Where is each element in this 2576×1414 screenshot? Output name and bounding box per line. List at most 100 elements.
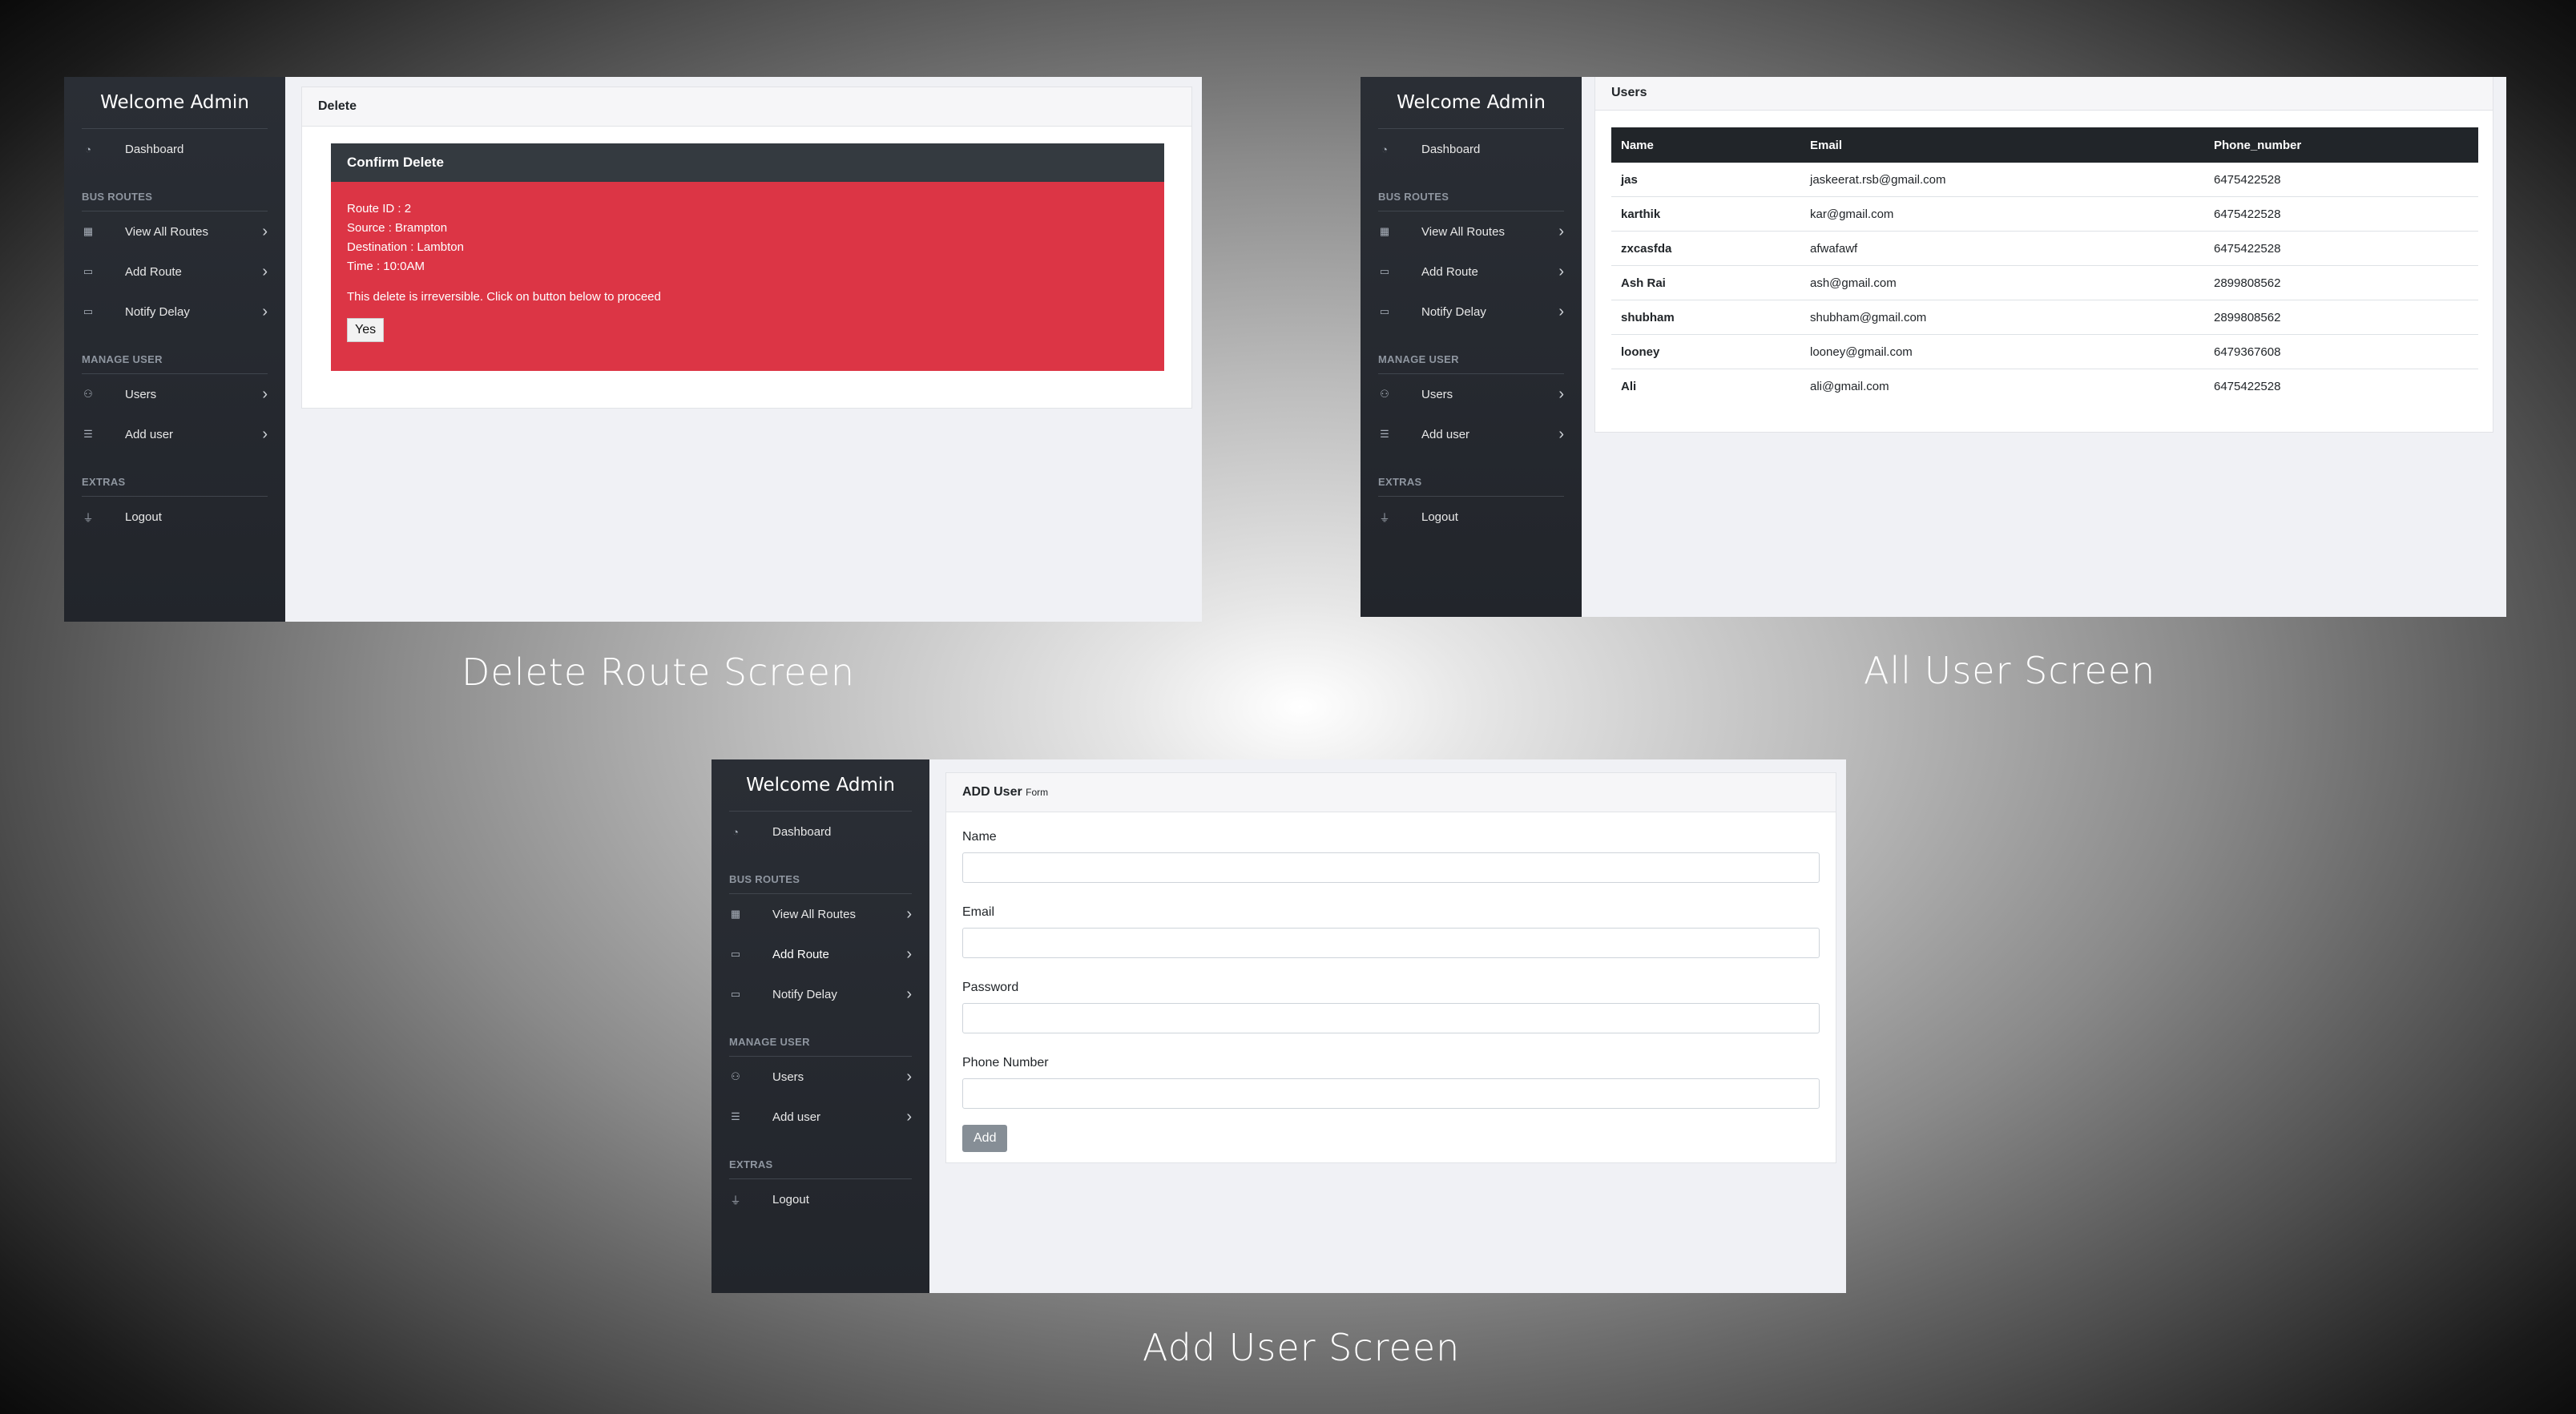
card-title: Delete [302, 87, 1191, 127]
email-input[interactable] [962, 928, 1820, 958]
caption-add-user: Add User Screen [1143, 1326, 1461, 1369]
sidebar-item-notify-delay[interactable]: ▭ Notify Delay › [64, 292, 285, 332]
list-icon: ☰ [1380, 428, 1389, 440]
card-title: ADD User Form [946, 773, 1836, 812]
laptop-icon: ▭ [1379, 305, 1390, 317]
sidebar-item-add-user[interactable]: ☰ Add user › [712, 1097, 929, 1137]
gauge-icon: ◔ [1381, 143, 1388, 155]
main-content: Delete Confirm Delete Route ID : 2 Sourc… [285, 77, 1202, 622]
column-header-name: Name [1611, 127, 1800, 163]
chevron-right-icon: › [262, 303, 268, 320]
column-header-email: Email [1800, 127, 2204, 163]
name-input[interactable] [962, 852, 1820, 883]
caption-delete-route: Delete Route Screen [462, 651, 856, 694]
column-header-phone: Phone_number [2204, 127, 2478, 163]
sidebar-item-add-route[interactable]: ▭ Add Route › [64, 252, 285, 292]
table-header-row: Name Email Phone_number [1611, 127, 2478, 163]
list-icon: ☰ [731, 1110, 740, 1122]
email-label: Email [962, 905, 995, 919]
users-table: Name Email Phone_number jas jaskeerat.rsb… [1611, 127, 2478, 403]
main-content: ADD User Form Name Email Password Phone … [929, 759, 1846, 1293]
table-row: shubham shubham@gmail.com 2899808562 [1611, 300, 2478, 335]
sidebar-item-logout[interactable]: ⏚ Logout [712, 1179, 929, 1219]
users-icon: ⚇ [83, 388, 93, 400]
sidebar-item-logout[interactable]: ⏚ Logout [64, 497, 285, 537]
card-title-text: ADD User [962, 785, 1022, 799]
add-user-card: ADD User Form Name Email Password Phone … [945, 772, 1836, 1163]
filter-icon: ⏚ [83, 511, 94, 524]
sidebar-item-dashboard[interactable]: ◔ Dashboard [1361, 129, 1582, 169]
caption-all-user: All User Screen [1864, 649, 2156, 692]
chevron-right-icon: › [1558, 303, 1564, 320]
phone-number-input[interactable] [962, 1078, 1820, 1109]
sidebar-item-users[interactable]: ⚇ Users › [712, 1057, 929, 1097]
sidebar-item-notify-delay[interactable]: ▭ Notify Delay › [712, 974, 929, 1014]
table-row: Ali ali@gmail.com 6475422528 [1621, 379, 2281, 393]
sidebar: Welcome Admin ◔ Dashboard BUS ROUTES ▦ Vie… [712, 759, 929, 1293]
sidebar-item-add-user[interactable]: ☰ Add user › [1361, 414, 1582, 454]
yes-button[interactable]: Yes [347, 318, 385, 342]
card-subtitle: Form [1026, 787, 1049, 798]
chevron-right-icon: › [906, 905, 912, 923]
card-title: Users [1595, 77, 2493, 111]
chevron-right-icon: › [1558, 263, 1564, 280]
sidebar-item-view-all-routes[interactable]: ▦ View All Routes › [1361, 211, 1582, 252]
password-input[interactable] [962, 1003, 1820, 1033]
chevron-right-icon: › [262, 223, 268, 240]
chevron-right-icon: › [1558, 223, 1564, 240]
sidebar-item-logout[interactable]: ⏚ Logout [1361, 497, 1582, 537]
table-row: karthik kar@gmail.com 6475422528 [1611, 196, 2478, 232]
sidebar-item-view-all-routes[interactable]: ▦ View All Routes › [712, 894, 929, 934]
table-row: looney looney@gmail.com 6479367608 [1611, 334, 2478, 369]
chevron-right-icon: › [906, 1108, 912, 1126]
chevron-right-icon: › [1558, 385, 1564, 403]
section-extras: EXTRAS [1378, 476, 1422, 488]
name-label: Name [962, 830, 997, 844]
table-icon: ▦ [1379, 225, 1390, 237]
laptop-icon: ▭ [730, 948, 741, 960]
chevron-right-icon: › [262, 263, 268, 280]
sidebar-item-view-all-routes[interactable]: ▦ View All Routes › [64, 211, 285, 252]
chevron-right-icon: › [262, 425, 268, 443]
route-source: Source : Brampton [347, 221, 448, 235]
route-id: Route ID : 2 [347, 202, 412, 216]
delete-warning: This delete is irreversible. Click on bu… [347, 290, 661, 304]
list-icon: ☰ [83, 428, 93, 440]
filter-icon: ⏚ [730, 1194, 741, 1207]
users-icon: ⚇ [731, 1070, 740, 1082]
confirm-delete-panel: Confirm Delete Route ID : 2 Source : Bra… [331, 143, 1164, 371]
sidebar: Welcome Admin ◔ Dashboard BUS ROUTES ▦ Vie… [1361, 77, 1582, 617]
main-content: Users Name Email Phone_number jas jaskeer… [1582, 77, 2506, 617]
sidebar-item-users[interactable]: ⚇ Users › [64, 374, 285, 414]
sidebar-item-dashboard[interactable]: ◔ Dashboard [712, 812, 929, 852]
section-manage-user: MANAGE USER [729, 1036, 810, 1048]
section-bus-routes: BUS ROUTES [82, 191, 153, 203]
password-label: Password [962, 981, 1019, 994]
table-icon: ▦ [83, 225, 94, 237]
delete-card: Delete Confirm Delete Route ID : 2 Sourc… [301, 87, 1192, 409]
sidebar-item-add-user[interactable]: ☰ Add user › [64, 414, 285, 454]
gauge-icon: ◔ [732, 825, 739, 838]
table-icon: ▦ [730, 908, 741, 920]
sidebar-item-dashboard[interactable]: ◔ Dashboard [64, 129, 285, 169]
laptop-icon: ▭ [730, 988, 741, 1000]
table-row: jas jaskeerat.rsb@gmail.com 6475422528 [1611, 163, 2478, 197]
sidebar-item-notify-delay[interactable]: ▭ Notify Delay › [1361, 292, 1582, 332]
gauge-icon: ◔ [85, 143, 91, 155]
add-button[interactable]: Add [962, 1125, 1008, 1152]
users-card: Users Name Email Phone_number jas jaskeer… [1594, 77, 2493, 433]
table-row: zxcasfda afwafawf 6475422528 [1611, 231, 2478, 266]
sidebar-item-add-route[interactable]: ▭ Add Route › [712, 934, 929, 974]
section-bus-routes: BUS ROUTES [729, 873, 800, 885]
laptop-icon: ▭ [1379, 265, 1390, 277]
sidebar-item-add-route[interactable]: ▭ Add Route › [1361, 252, 1582, 292]
sidebar: Welcome Admin ◔ Dashboard BUS ROUTES ▦ Vie… [64, 77, 285, 622]
sidebar-item-users[interactable]: ⚇ Users › [1361, 374, 1582, 414]
filter-icon: ⏚ [1379, 511, 1390, 524]
chevron-right-icon: › [906, 945, 912, 963]
section-manage-user: MANAGE USER [82, 353, 163, 365]
sidebar-title: Welcome Admin [100, 92, 249, 113]
add-user-screen: Welcome Admin ◔ Dashboard BUS ROUTES ▦ Vie… [712, 759, 1846, 1293]
route-time: Time : 10:0AM [347, 260, 425, 273]
chevron-right-icon: › [906, 1068, 912, 1086]
